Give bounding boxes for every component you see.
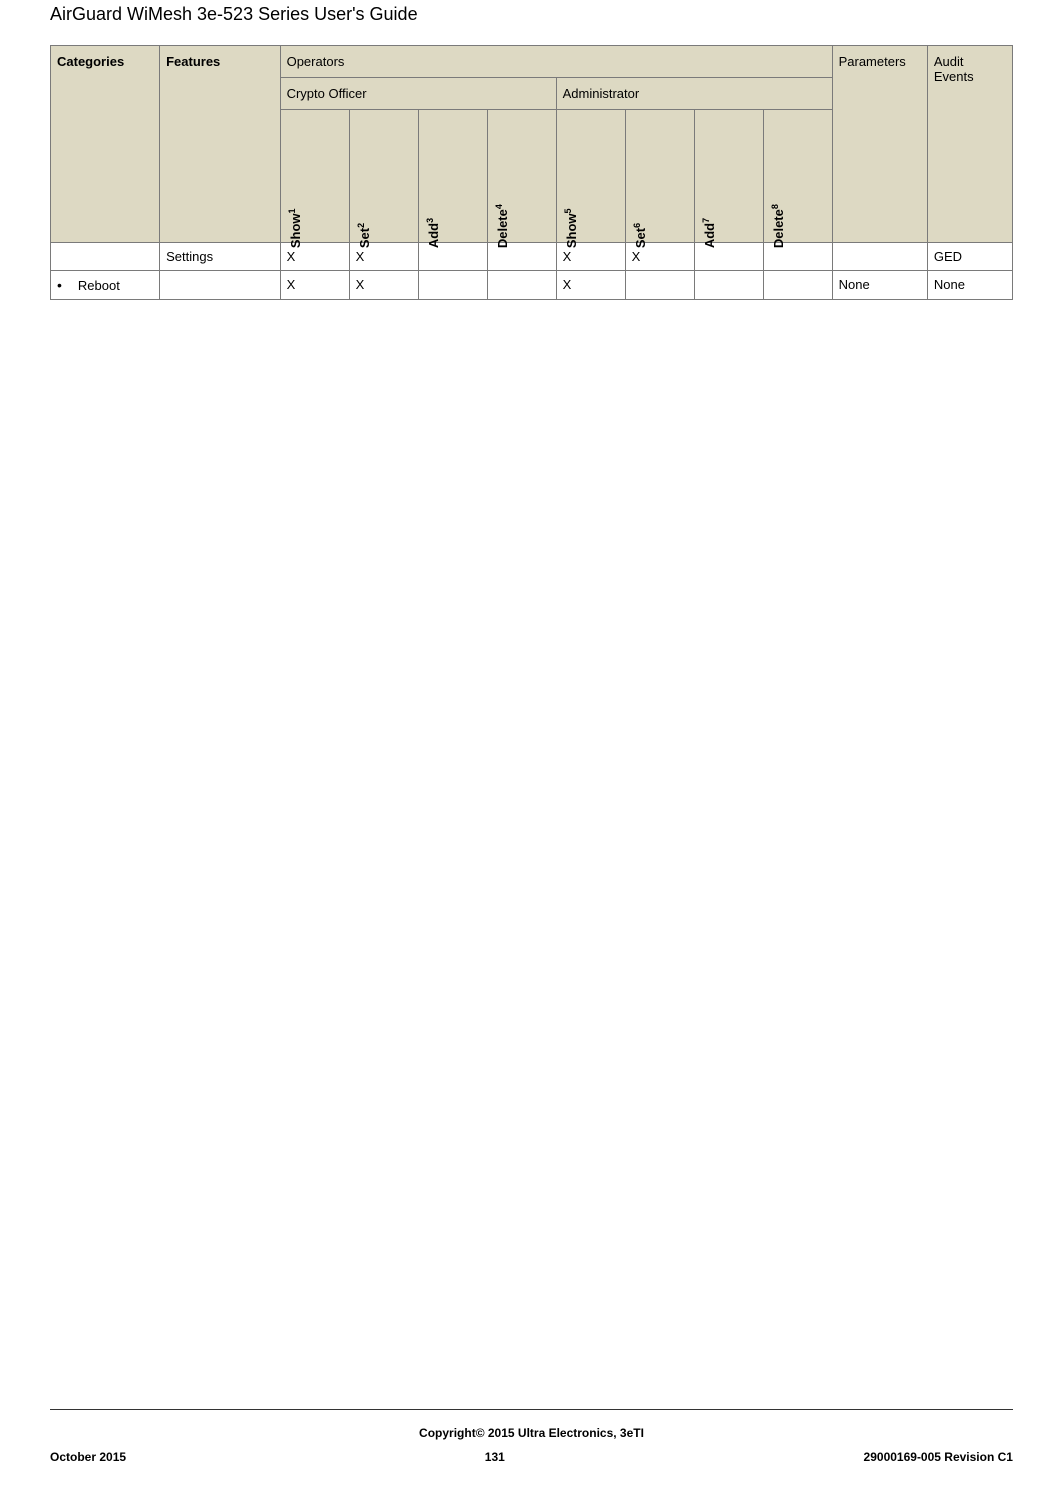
cell-audit: GED [927, 243, 1012, 271]
document-title: AirGuard WiMesh 3e-523 Series User's Gui… [50, 0, 1013, 45]
th-delete8: Delete8 [763, 110, 832, 243]
th-set6: Set6 [625, 110, 694, 243]
th-features: Features [160, 46, 281, 243]
cell-c4 [487, 271, 556, 300]
cell-audit: None [927, 271, 1012, 300]
table-row: Settings X X X X GED [51, 243, 1013, 271]
cell-feature [160, 271, 281, 300]
th-add7: Add7 [694, 110, 763, 243]
cell-c3 [418, 271, 487, 300]
cell-c2: X [349, 271, 418, 300]
cell-c8 [763, 271, 832, 300]
cell-parameters [832, 243, 927, 271]
cell-c7 [694, 271, 763, 300]
th-crypto-officer: Crypto Officer [280, 78, 556, 110]
th-add3: Add3 [418, 110, 487, 243]
footer-date: October 2015 [50, 1450, 126, 1464]
th-show5: Show5 [556, 110, 625, 243]
th-categories: Categories [51, 46, 160, 243]
cell-c5: X [556, 271, 625, 300]
th-audit-events: Audit Events [927, 46, 1012, 243]
footer-copyright: Copyright© 2015 Ultra Electronics, 3eTI [50, 1426, 1013, 1440]
document-page: AirGuard WiMesh 3e-523 Series User's Gui… [0, 0, 1063, 1488]
cell-category: •Reboot [51, 271, 160, 300]
permissions-table: Categories Features Operators Parameters… [50, 45, 1013, 300]
footer-revision: 29000169-005 Revision C1 [864, 1450, 1013, 1464]
cell-category [51, 243, 160, 271]
th-show1: Show1 [280, 110, 349, 243]
cell-parameters: None [832, 271, 927, 300]
footer-page-number: 131 [485, 1450, 505, 1464]
bullet-icon: • [57, 277, 62, 293]
cell-feature: Settings [160, 243, 281, 271]
th-parameters: Parameters [832, 46, 927, 243]
th-delete4: Delete4 [487, 110, 556, 243]
th-operators: Operators [280, 46, 832, 78]
cell-c6 [625, 271, 694, 300]
footer-divider [50, 1409, 1013, 1410]
th-set2: Set2 [349, 110, 418, 243]
cell-c1: X [280, 271, 349, 300]
th-administrator: Administrator [556, 78, 832, 110]
page-footer: Copyright© 2015 Ultra Electronics, 3eTI … [50, 1409, 1013, 1464]
table-row: •Reboot X X X None None [51, 271, 1013, 300]
